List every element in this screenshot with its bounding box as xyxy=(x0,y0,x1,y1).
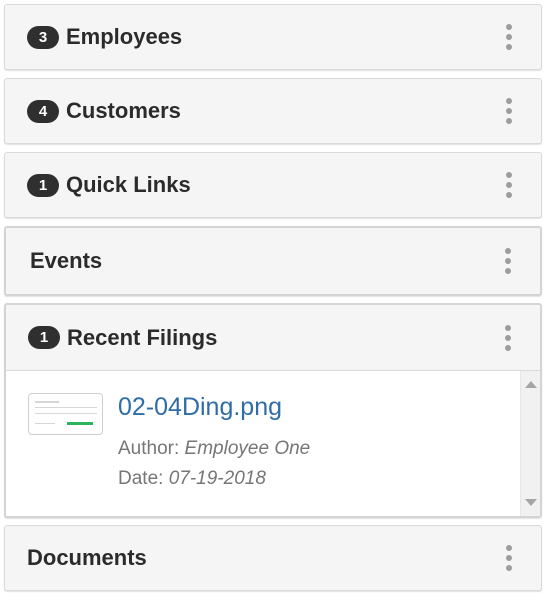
recent-filings-panel-title: Recent Filings xyxy=(67,324,218,350)
author-value: Employee One xyxy=(184,438,311,459)
customers-panel-header[interactable]: 4 Customers xyxy=(5,79,541,143)
kebab-menu-icon[interactable] xyxy=(505,172,513,198)
documents-panel: Documents xyxy=(4,525,542,591)
kebab-menu-icon[interactable] xyxy=(504,248,512,274)
customers-panel-title: Customers xyxy=(66,98,181,123)
file-date: Date: 07-19-2018 xyxy=(118,468,266,490)
customers-count-badge: 4 xyxy=(27,99,59,123)
date-value: 07-19-2018 xyxy=(168,468,266,489)
recent-filings-count-badge: 1 xyxy=(28,326,60,349)
employees-panel-header[interactable]: 3 Employees xyxy=(5,5,541,69)
recent-filings-panel: 1 Recent Filings 02-04Ding.png Author: E… xyxy=(4,303,542,518)
file-author: Author: Employee One xyxy=(118,438,310,460)
scrollbar[interactable] xyxy=(520,371,540,516)
file-thumbnail[interactable] xyxy=(28,393,103,435)
recent-filings-list: 02-04Ding.png Author: Employee One Date:… xyxy=(6,371,540,516)
file-name-link[interactable]: 02-04Ding.png xyxy=(118,393,282,422)
quick-links-panel-header[interactable]: 1 Quick Links xyxy=(5,153,541,217)
documents-panel-title: Documents xyxy=(27,545,147,570)
employees-panel-title: Employees xyxy=(66,24,183,49)
events-panel-header[interactable]: Events xyxy=(6,228,540,294)
documents-panel-header[interactable]: Documents xyxy=(5,526,541,590)
employees-count-badge: 3 xyxy=(27,25,59,49)
kebab-menu-icon[interactable] xyxy=(505,24,513,50)
customers-panel: 4 Customers xyxy=(4,78,542,144)
scroll-up-icon[interactable] xyxy=(525,381,537,388)
events-panel: Events xyxy=(4,226,542,296)
events-panel-title: Events xyxy=(30,248,103,273)
kebab-menu-icon[interactable] xyxy=(504,324,512,351)
quick-links-panel: 1 Quick Links xyxy=(4,152,542,218)
scroll-down-icon[interactable] xyxy=(525,499,537,506)
recent-filings-panel-header[interactable]: 1 Recent Filings xyxy=(6,305,540,371)
kebab-menu-icon[interactable] xyxy=(505,545,513,571)
author-label: Author: xyxy=(118,438,180,459)
quick-links-panel-title: Quick Links xyxy=(66,172,191,197)
quick-links-count-badge: 1 xyxy=(27,173,59,197)
employees-panel: 3 Employees xyxy=(4,4,542,70)
date-label: Date: xyxy=(118,468,164,489)
kebab-menu-icon[interactable] xyxy=(505,98,513,124)
